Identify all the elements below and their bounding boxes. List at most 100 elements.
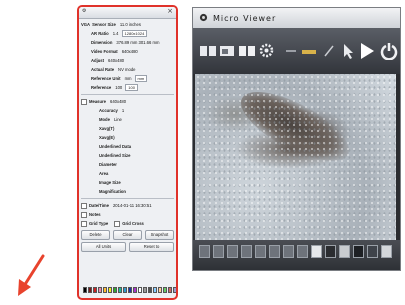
measure-label: Accuracy — [99, 108, 118, 113]
clear-button[interactable]: Clear — [113, 230, 142, 240]
datetime-row: Date/Time 2014-01-11 16:30:51 — [81, 201, 174, 210]
color-swatch[interactable] — [123, 287, 127, 293]
settings-icon[interactable] — [259, 43, 274, 58]
close-icon[interactable]: × — [167, 7, 173, 15]
delete-button[interactable]: Delete — [81, 230, 110, 240]
settings-title: ⚙ — [82, 8, 87, 14]
measure-checkbox[interactable] — [81, 98, 87, 105]
measure-row: Image Size — [81, 178, 174, 187]
viewer-toolbar — [193, 28, 400, 74]
snapshot-button[interactable]: Snapshot — [145, 230, 174, 240]
micro-viewer-window: Micro Viewer — [192, 7, 401, 271]
color-swatch[interactable] — [113, 287, 117, 293]
thumbnail[interactable] — [269, 245, 280, 258]
color-swatch[interactable] — [83, 287, 87, 293]
measure-row: Diameter — [81, 160, 174, 169]
row-value: NV mode — [118, 67, 136, 72]
measure-label: Image Size — [99, 180, 121, 185]
measure-value: 1 — [121, 108, 125, 113]
color-swatch[interactable] — [163, 287, 167, 293]
thumbnail[interactable] — [213, 245, 224, 258]
album-icon[interactable] — [199, 44, 217, 58]
calibration-row: AR Ratio 1.4 1280x1024 — [81, 29, 174, 38]
grid-type-checkbox[interactable] — [81, 220, 87, 227]
measure-row: Xavg(T) — [81, 124, 174, 133]
color-swatch[interactable] — [103, 287, 107, 293]
row-label: Dimension — [91, 40, 113, 45]
datetime-value: 2014-01-11 16:30:51 — [112, 203, 152, 208]
pointer-icon[interactable] — [341, 42, 355, 60]
viewer-title: Micro Viewer — [213, 14, 277, 23]
thumbnail[interactable] — [297, 245, 308, 258]
thumbnail[interactable] — [241, 245, 252, 258]
thumbnail[interactable] — [311, 245, 322, 258]
row-label: Sensor Size — [92, 22, 116, 27]
color-swatch[interactable] — [173, 287, 176, 293]
calibration-row: Actual Rate NV mode — [81, 65, 174, 74]
thumbnail[interactable] — [227, 245, 238, 258]
reset-button[interactable]: Reset to — [129, 242, 174, 252]
color-swatch[interactable] — [133, 287, 137, 293]
color-swatch[interactable] — [143, 287, 147, 293]
row-input[interactable]: 1280x1024 — [121, 30, 148, 37]
play-icon[interactable] — [359, 41, 375, 61]
thumbnail[interactable] — [199, 245, 210, 258]
color-swatch[interactable] — [118, 287, 122, 293]
live-image-viewport[interactable] — [195, 74, 396, 240]
thumbnail[interactable] — [381, 245, 392, 258]
datetime-checkbox[interactable] — [81, 202, 87, 209]
color-swatch[interactable] — [138, 287, 142, 293]
color-swatch[interactable] — [98, 287, 102, 293]
grid-cross-checkbox[interactable] — [114, 220, 121, 227]
color-swatch[interactable] — [108, 287, 112, 293]
color-swatch[interactable] — [93, 287, 97, 293]
measure-row: Accuracy 1 — [81, 106, 174, 115]
color-swatch[interactable] — [168, 287, 172, 293]
row-value: 640x480 — [108, 58, 125, 63]
row-input[interactable]: 100 — [125, 84, 138, 91]
color-palette — [83, 287, 176, 293]
thumbnail[interactable] — [325, 245, 336, 258]
measure-label: Area — [99, 171, 109, 176]
thumbnail[interactable] — [283, 245, 294, 258]
row-value: mm — [124, 76, 132, 81]
measure-label: Mode — [99, 117, 110, 122]
measure-label: Magnification — [99, 189, 126, 194]
thumbnail[interactable] — [367, 245, 378, 258]
line-tool-icon[interactable] — [285, 48, 297, 54]
thumbnail[interactable] — [339, 245, 350, 258]
color-swatch[interactable] — [153, 287, 157, 293]
color-swatch[interactable] — [158, 287, 162, 293]
measure-row: Underlined Data — [81, 142, 174, 151]
row-label: Reference — [91, 85, 112, 90]
color-swatch[interactable] — [148, 287, 152, 293]
all-units-button[interactable]: All Units — [81, 242, 126, 252]
measure-label: Xavg(T) — [99, 126, 115, 131]
settings-body: VGA Sensor Size 11.0 inches AR Ratio 1.4 1280… — [79, 19, 176, 255]
row-value: 11.0 inches — [119, 22, 141, 27]
thumbnail[interactable] — [353, 245, 364, 258]
row-label: Video Format — [91, 49, 118, 54]
thumbnail[interactable] — [255, 245, 266, 258]
power-icon[interactable] — [380, 42, 398, 60]
notes-row: Notes — [81, 210, 174, 219]
row-value: 640x480 — [121, 49, 138, 54]
color-swatch[interactable] — [128, 287, 132, 293]
action-buttons: Delete Clear Snapshot — [81, 230, 174, 240]
notes-checkbox[interactable] — [81, 211, 87, 218]
calibration-row: Reference 100 100 — [81, 83, 174, 92]
color-swatch[interactable] — [88, 287, 92, 293]
row-input[interactable]: mm — [134, 75, 148, 82]
grid-row: Grid Type Grid Cross — [81, 219, 174, 228]
pen-icon[interactable] — [323, 44, 335, 58]
measure-row: Xavg(E) — [81, 133, 174, 142]
row-label: AR Ratio — [91, 31, 109, 36]
ruler-icon[interactable] — [301, 44, 317, 58]
measure-label: Underlined Data — [99, 144, 132, 149]
grid-type-label: Grid Type — [89, 221, 109, 226]
datetime-label: Date/Time — [89, 203, 109, 208]
measure-label: Xavg(E) — [99, 135, 115, 140]
photo-icon[interactable] — [219, 44, 235, 58]
book-icon[interactable] — [238, 44, 256, 58]
row-label: Adjust — [91, 58, 105, 63]
